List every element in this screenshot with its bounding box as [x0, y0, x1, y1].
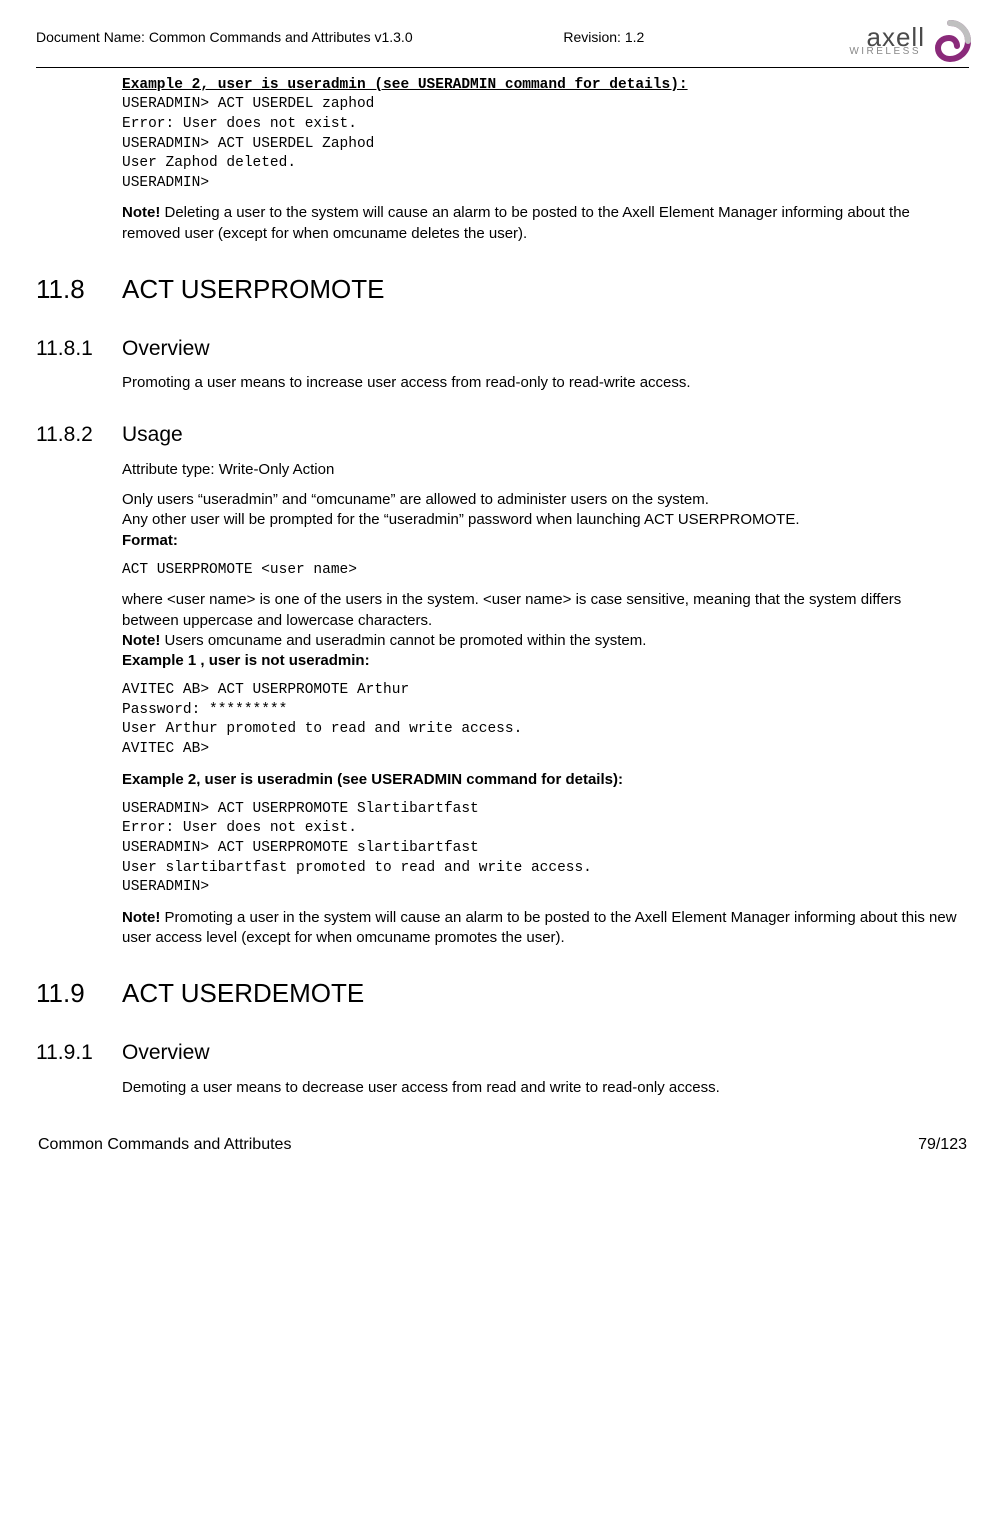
section-11-9: 11.9 ACT USERDEMOTE [36, 976, 969, 1011]
usage-paragraph: Only users “useradmin” and “omcuname” ar… [122, 490, 961, 551]
section-11-8-1: 11.8.1 Overview [36, 335, 969, 363]
example-1-header: Example 1 , user is not useradmin: [122, 652, 370, 669]
example-1-code: AVITEC AB> ACT USERPROMOTE Arthur Passwo… [122, 681, 961, 759]
example-2-code: USERADMIN> ACT USERDEL zaphod Error: Use… [122, 96, 374, 190]
example-2-header: Example 2, user is useradmin (see USERAD… [122, 77, 688, 93]
overview-11-8-1: Promoting a user means to increase user … [122, 373, 961, 393]
example-2-block: Example 2, user is useradmin (see USERAD… [122, 76, 961, 193]
section-11-9-1: 11.9.1 Overview [36, 1039, 969, 1067]
note-1: Note! Deleting a user to the system will… [122, 203, 961, 244]
logo-main-text: axell [867, 26, 925, 48]
format-label: Format: [122, 532, 178, 549]
format-code: ACT USERPROMOTE <user name> [122, 561, 961, 581]
overview-11-9-1: Demoting a user means to decrease user a… [122, 1078, 961, 1098]
example-2b-header: Example 2, user is useradmin (see USERAD… [122, 770, 961, 790]
page-header: Document Name: Common Commands and Attri… [36, 28, 969, 53]
section-11-8-2: 11.8.2 Usage [36, 421, 969, 449]
header-divider [36, 67, 969, 68]
logo-swirl-icon [929, 20, 971, 62]
body-content: Example 2, user is useradmin (see USERAD… [122, 76, 961, 244]
note-2: Note! Promoting a user in the system wil… [122, 908, 961, 949]
footer-left: Common Commands and Attributes [38, 1134, 291, 1156]
page-footer: Common Commands and Attributes 79/123 [36, 1134, 969, 1156]
example-2b-code: USERADMIN> ACT USERPROMOTE Slartibartfas… [122, 800, 961, 898]
section-11-8: 11.8 ACT USERPROMOTE [36, 272, 969, 307]
brand-logo: axell WIRELESS [849, 20, 971, 62]
doc-name: Document Name: Common Commands and Attri… [36, 28, 563, 47]
attr-type: Attribute type: Write-Only Action [122, 460, 961, 480]
footer-right: 79/123 [918, 1134, 967, 1156]
logo-sub-text: WIRELESS [849, 48, 921, 57]
where-paragraph: where <user name> is one of the users in… [122, 590, 961, 671]
